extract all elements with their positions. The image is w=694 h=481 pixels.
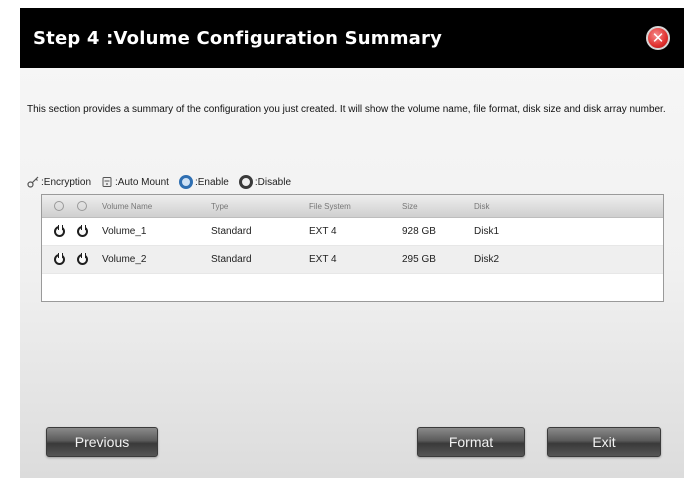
volume-type: Standard bbox=[211, 254, 252, 265]
legend-auto-mount-label: :Auto Mount bbox=[115, 176, 169, 188]
description-text: This section provides a summary of the c… bbox=[27, 104, 666, 115]
drive-icon bbox=[101, 176, 113, 188]
disable-icon bbox=[238, 175, 253, 189]
column-header-file-system[interactable]: File System bbox=[309, 202, 402, 211]
legend-auto-mount: :Auto Mount bbox=[101, 176, 169, 188]
auto-mount-status-icon bbox=[70, 253, 94, 265]
column-header-volume-name[interactable]: Volume Name bbox=[94, 202, 211, 211]
disk: Disk2 bbox=[474, 254, 500, 265]
title-bar: Step 4 :Volume Configuration Summary ✕ bbox=[20, 8, 684, 68]
enable-icon bbox=[178, 175, 193, 189]
header-encryption-icon bbox=[42, 201, 70, 211]
exit-button[interactable]: Exit bbox=[547, 427, 661, 457]
volume-table: Volume Name Type File System Size Disk V… bbox=[41, 194, 664, 302]
file-system: EXT 4 bbox=[309, 226, 337, 237]
table-row[interactable]: Volume_2 Standard EXT 4 295 GB Disk2 bbox=[42, 246, 663, 274]
volume-name: Volume_2 bbox=[102, 254, 147, 265]
header-auto-mount-icon bbox=[70, 201, 94, 211]
close-icon: ✕ bbox=[651, 28, 665, 47]
encryption-status-icon bbox=[42, 225, 70, 237]
volume-size: 295 GB bbox=[402, 254, 436, 265]
column-header-size[interactable]: Size bbox=[402, 202, 474, 211]
format-button[interactable]: Format bbox=[417, 427, 525, 457]
column-header-type[interactable]: Type bbox=[211, 202, 309, 211]
legend-enable-label: :Enable bbox=[194, 176, 229, 188]
previous-button[interactable]: Previous bbox=[46, 427, 158, 457]
table-row[interactable]: Volume_1 Standard EXT 4 928 GB Disk1 bbox=[42, 218, 663, 246]
disk: Disk1 bbox=[474, 226, 500, 237]
column-header-disk[interactable]: Disk bbox=[474, 202, 663, 211]
volume-summary-dialog: Step 4 :Volume Configuration Summary ✕ T… bbox=[20, 8, 684, 478]
volume-size: 928 GB bbox=[402, 226, 436, 237]
key-icon bbox=[27, 176, 39, 188]
auto-mount-status-icon bbox=[70, 225, 94, 237]
legend-encryption: :Encryption bbox=[27, 176, 91, 188]
legend-enable: :Enable bbox=[178, 175, 229, 189]
close-button[interactable]: ✕ bbox=[646, 26, 670, 50]
icon-legend: :Encryption :Auto Mount :Enable :Disable bbox=[27, 174, 301, 190]
volume-name: Volume_1 bbox=[102, 226, 147, 237]
file-system: EXT 4 bbox=[309, 254, 337, 265]
dialog-title: Step 4 :Volume Configuration Summary bbox=[33, 27, 443, 49]
legend-encryption-label: :Encryption bbox=[41, 176, 92, 188]
legend-disable-label: :Disable bbox=[254, 176, 292, 188]
encryption-status-icon bbox=[42, 253, 70, 265]
table-header: Volume Name Type File System Size Disk bbox=[42, 195, 663, 218]
volume-type: Standard bbox=[211, 226, 252, 237]
legend-disable: :Disable bbox=[238, 175, 292, 189]
